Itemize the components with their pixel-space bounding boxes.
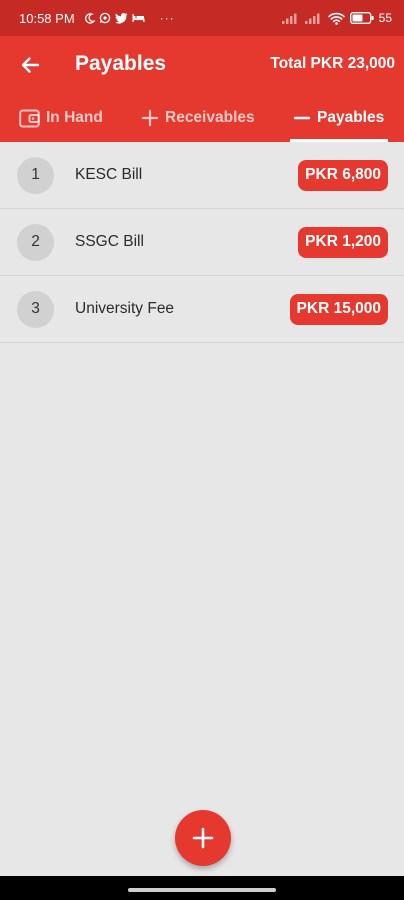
twitter-icon [114,12,128,23]
toolbar: Payables Total PKR 23,000 [0,36,404,94]
battery-level: 55 [378,11,392,25]
payables-list: 1 KESC Bill PKR 6,800 2 SSGC Bill PKR 1,… [0,142,404,343]
status-notification-icons [84,12,145,24]
item-name: KESC Bill [75,166,143,183]
wifi-icon [327,12,345,25]
plus-icon [141,109,159,127]
plus-icon [192,827,214,849]
moon-icon [84,12,95,24]
list-item[interactable]: 1 KESC Bill PKR 6,800 [0,142,404,209]
signal-icon [304,13,320,24]
tab-bar: In Hand Receivables Payables [0,94,404,142]
home-gesture-handle[interactable] [128,888,276,892]
status-right: 55 [281,11,392,25]
tab-label: Payables [317,109,385,126]
signal-icon [281,13,297,24]
bed-icon [132,14,145,22]
item-name: University Fee [75,300,175,317]
amount-badge: PKR 6,800 [298,159,388,191]
app-bar: Payables Total PKR 23,000 In Hand Receiv… [0,36,404,142]
status-time: 10:58 PM [19,10,75,26]
amount-badge: PKR 1,200 [298,226,388,258]
minus-icon [293,116,311,120]
status-left: 10:58 PM ··· [19,11,175,26]
system-nav-bar [0,876,404,900]
tab-receivables[interactable]: Receivables [141,94,255,142]
status-bar: 10:58 PM ··· 55 [0,0,404,36]
whatsapp-icon [99,12,110,24]
item-number: 3 [17,290,54,328]
tab-in-hand[interactable]: In Hand [19,94,103,142]
list-item[interactable]: 2 SSGC Bill PKR 1,200 [0,209,404,276]
item-name: SSGC Bill [75,233,144,250]
item-number: 2 [17,223,54,261]
tab-label: In Hand [46,109,103,126]
amount-badge: PKR 15,000 [289,293,388,325]
wallet-icon [19,109,40,127]
item-number: 1 [17,156,54,194]
more-notifications: ··· [159,11,175,25]
back-button[interactable] [16,51,44,79]
tab-label: Receivables [165,109,255,126]
battery-icon [349,12,374,24]
arrow-left-icon [21,57,40,73]
total-amount: Total PKR 23,000 [270,55,395,72]
add-payable-button[interactable] [175,810,231,866]
tab-payables[interactable]: Payables [293,94,384,142]
page-title: Payables [75,52,167,75]
list-item[interactable]: 3 University Fee PKR 15,000 [0,276,404,343]
